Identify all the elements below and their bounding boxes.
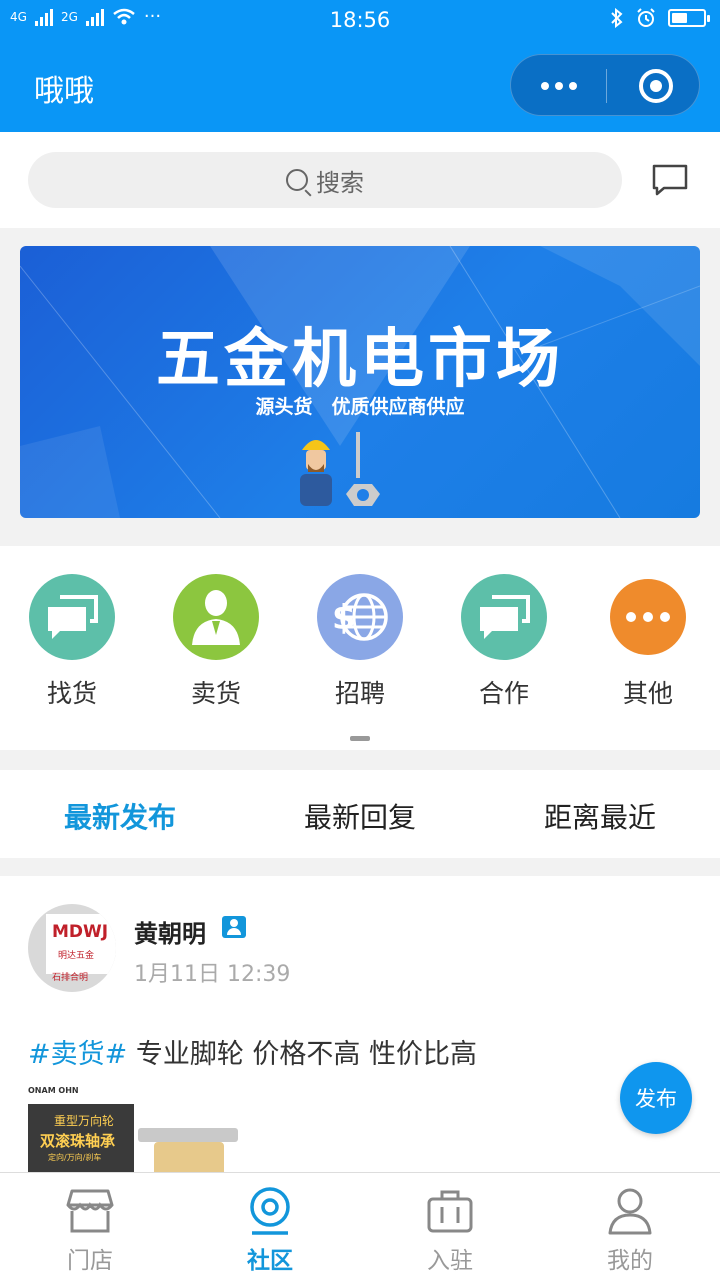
alarm-icon <box>637 8 655 27</box>
nav-label: 门店 <box>67 1248 113 1274</box>
post-image[interactable]: ONAM OHN 重型万向轮 双滚珠轴承 定向/万向/刹车 <box>28 1086 240 1172</box>
nav-label: 我的 <box>607 1248 653 1274</box>
post-tag[interactable]: #卖货# <box>28 1039 127 1070</box>
target-icon[interactable] <box>639 69 673 103</box>
mini-program-capsule <box>510 54 700 116</box>
avatar-text: MDWJ <box>52 922 109 942</box>
nav-mine[interactable]: 我的 <box>540 1173 720 1280</box>
tab-latest-posts[interactable]: 最新发布 <box>0 796 240 836</box>
banner-subtitle: 源头货 优质供应商供应 <box>255 396 465 418</box>
image-line-1: 重型万向轮 <box>54 1114 115 1128</box>
message-icon[interactable] <box>652 164 688 196</box>
person-icon <box>173 574 259 660</box>
nav-label: 社区 <box>247 1248 293 1274</box>
divider <box>0 750 720 770</box>
capsule-divider <box>606 69 607 103</box>
store-icon <box>66 1189 114 1233</box>
bluetooth-icon <box>611 8 623 28</box>
post-text: #卖货# 专业脚轮 价格不高 性价比高 <box>28 1032 477 1071</box>
image-brand: ONAM OHN <box>28 1086 79 1095</box>
nav-label: 入驻 <box>427 1248 473 1274</box>
nav-store[interactable]: 门店 <box>0 1173 180 1280</box>
verified-icon <box>222 916 246 938</box>
worker-icon <box>300 432 380 506</box>
banner-title: 五金机电市场 <box>156 323 564 397</box>
globe-icon: $ <box>317 574 403 660</box>
chat-bubbles-icon <box>461 574 547 660</box>
category-find-goods[interactable]: 找货 <box>0 574 144 710</box>
search-icon <box>286 169 308 191</box>
category-grid: 找货 卖货 $ 招聘 合作 其他 <box>0 546 720 750</box>
divider <box>0 858 720 876</box>
page-title: 哦哦 <box>34 74 94 109</box>
tab-latest-replies[interactable]: 最新回复 <box>240 796 480 836</box>
image-line-2: 双滚珠轴承 <box>40 1132 116 1150</box>
publish-button[interactable]: 发布 <box>620 1062 692 1134</box>
battery-icon <box>668 9 710 27</box>
category-recruit[interactable]: $ 招聘 <box>288 574 432 710</box>
category-label: 找货 <box>46 679 97 708</box>
promo-banner[interactable]: 五金机电市场 源头货 优质供应商供应 <box>20 246 700 518</box>
avatar-text-3: 石排合明 <box>52 973 89 983</box>
search-placeholder: 搜索 <box>316 168 364 197</box>
location-icon <box>250 1187 290 1235</box>
tab-nearest[interactable]: 距离最近 <box>480 796 720 836</box>
status-bar: 4G 2G ··· 18:56 <box>0 0 720 40</box>
top-bar: 4G 2G ··· 18:56 哦哦 <box>0 0 720 132</box>
image-line-3: 定向/万向/刹车 <box>48 1153 102 1162</box>
category-other[interactable]: 其他 <box>576 574 720 710</box>
caster-wheel-image <box>138 1128 238 1142</box>
more-icon[interactable] <box>511 55 606 117</box>
more-dots-icon <box>610 579 686 655</box>
category-label: 其他 <box>622 679 673 708</box>
svg-text:$: $ <box>332 598 356 638</box>
avatar[interactable]: MDWJ 明达五金 石排合明 <box>28 904 116 992</box>
post-body: 专业脚轮 价格不高 性价比高 <box>127 1039 477 1070</box>
category-sell-goods[interactable]: 卖货 <box>144 574 288 710</box>
category-label: 招聘 <box>334 679 385 708</box>
category-label: 合作 <box>478 679 529 708</box>
briefcase-icon <box>427 1190 473 1233</box>
category-cooperate[interactable]: 合作 <box>432 574 576 710</box>
page-indicator <box>350 736 370 741</box>
nav-join[interactable]: 入驻 <box>360 1173 540 1280</box>
avatar-text-2: 明达五金 <box>58 951 95 961</box>
nav-community[interactable]: 社区 <box>180 1173 360 1280</box>
bottom-nav: 门店 社区 入驻 我的 <box>0 1172 720 1280</box>
post-card[interactable]: MDWJ 明达五金 石排合明 黄朝明 1月11日 12:39 #卖货# 专业脚轮… <box>0 876 720 1172</box>
chat-bubbles-icon <box>29 574 115 660</box>
post-time: 1月11日 12:39 <box>134 962 291 987</box>
category-label: 卖货 <box>190 679 241 708</box>
feed-tabs: 最新发布 最新回复 距离最近 <box>0 770 720 858</box>
search-input[interactable]: 搜索 <box>28 152 622 208</box>
author-name[interactable]: 黄朝明 <box>134 914 206 949</box>
search-row: 搜索 <box>0 132 720 228</box>
user-icon <box>608 1188 652 1235</box>
